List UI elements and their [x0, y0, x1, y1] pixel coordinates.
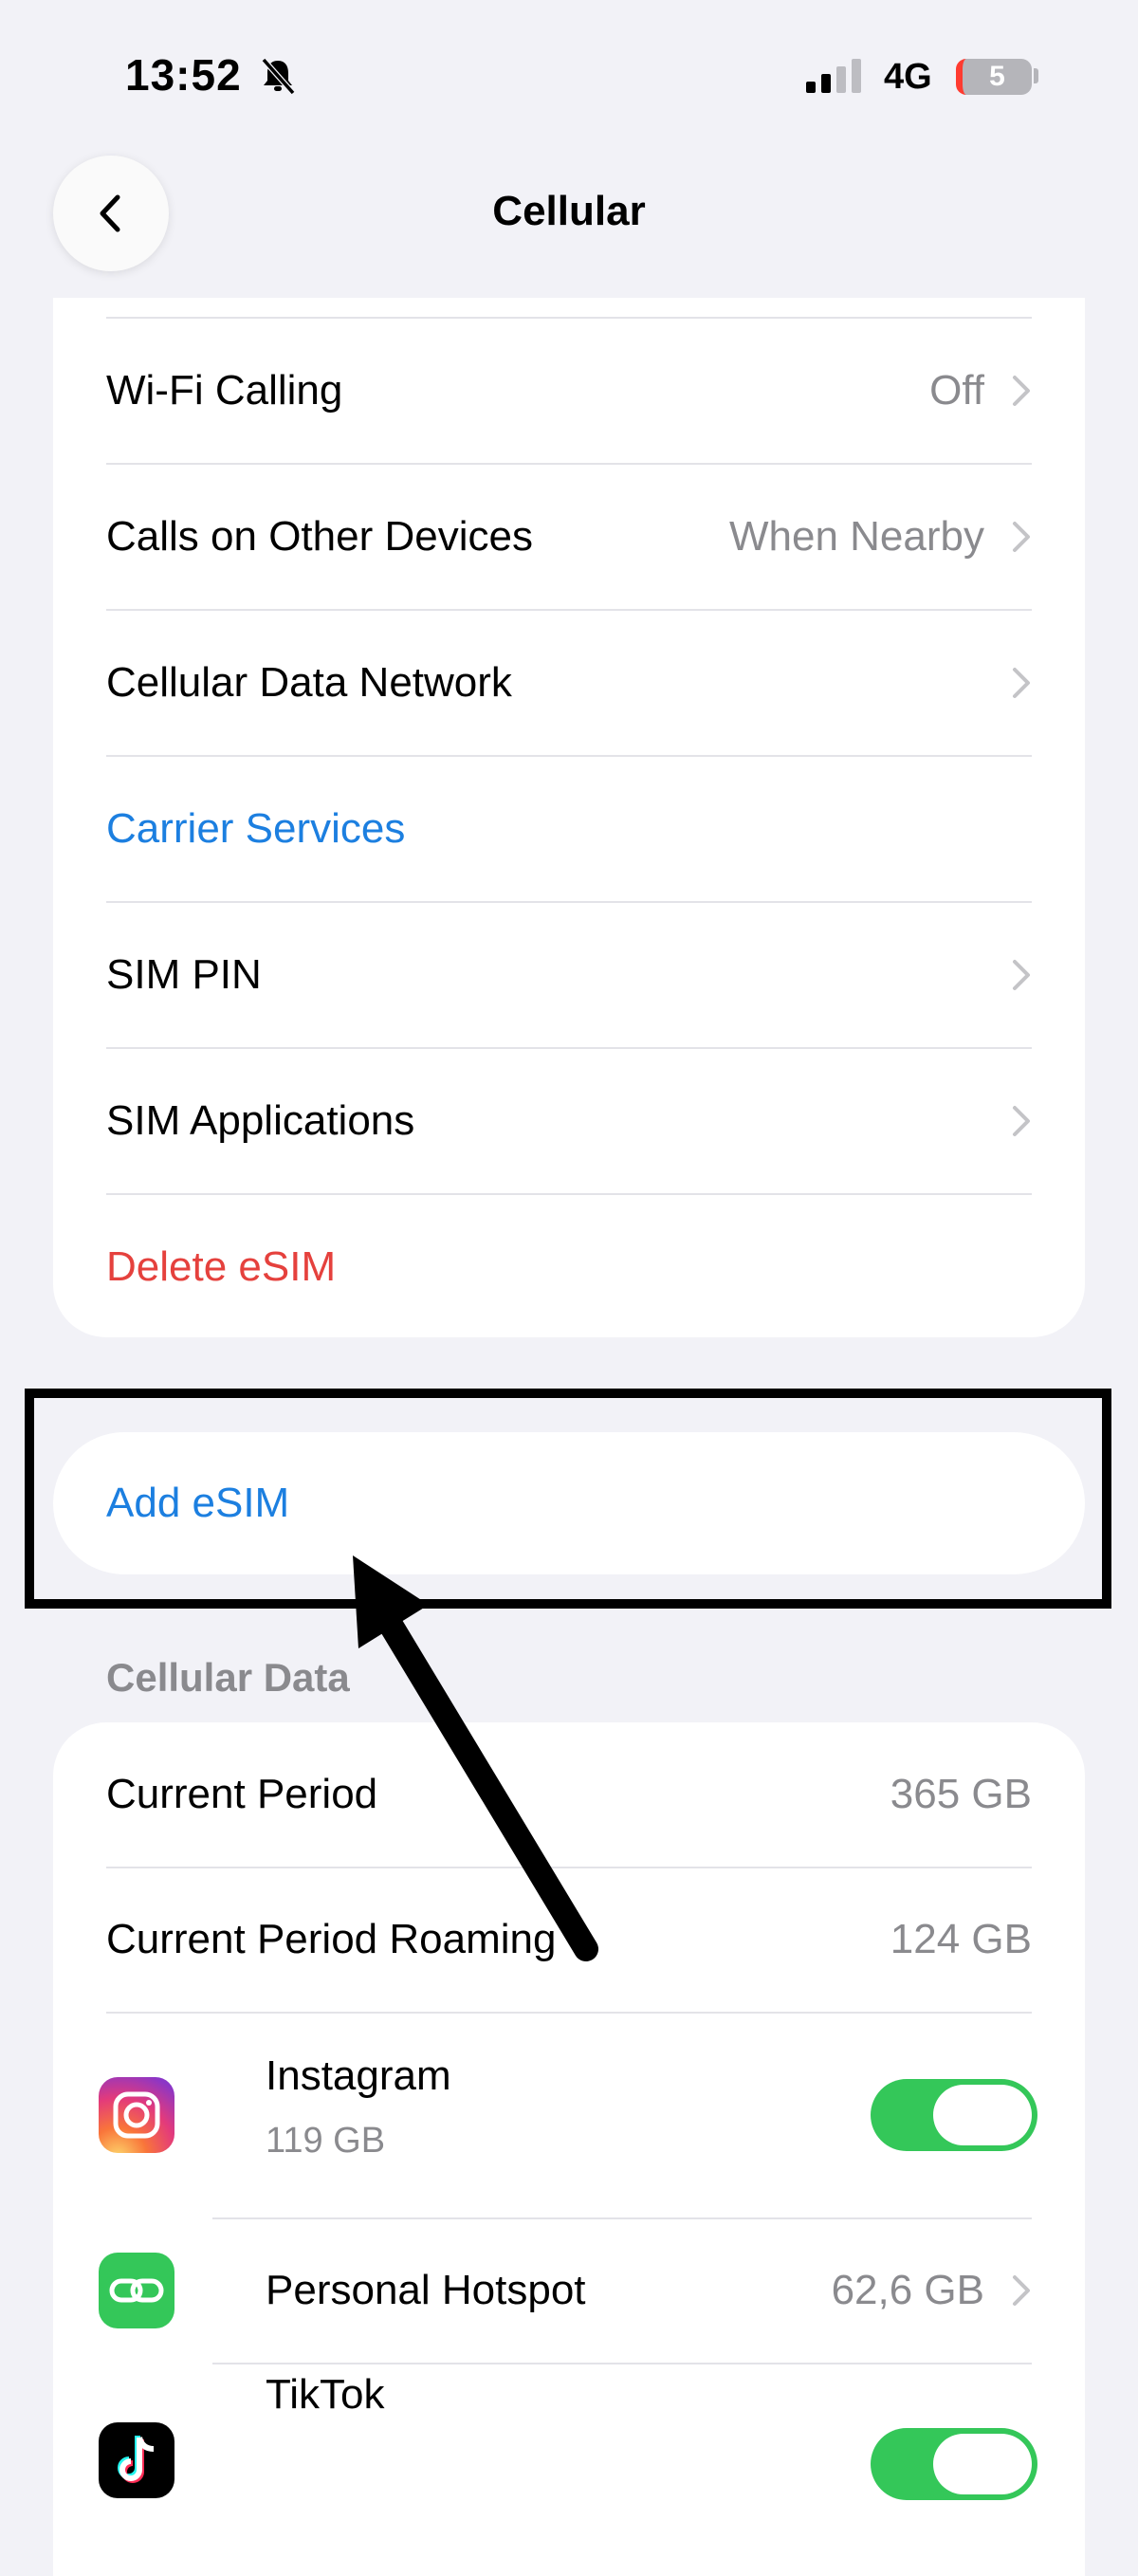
chevron-right-icon	[1013, 668, 1030, 698]
instagram-data-toggle[interactable]	[871, 2079, 1037, 2151]
chevron-right-icon	[1013, 522, 1030, 552]
network-type: 4G	[884, 57, 932, 97]
app-usage: 62,6 GB	[831, 2267, 984, 2313]
instagram-icon	[99, 2077, 174, 2153]
row-label: Wi-Fi Calling	[106, 367, 343, 414]
delete-esim-row[interactable]: Delete eSIM	[106, 1194, 1032, 1337]
app-name: Personal Hotspot	[266, 2267, 586, 2313]
row-label: SIM PIN	[106, 951, 262, 998]
row-label: Delete eSIM	[106, 1243, 337, 1290]
highlight-box	[25, 1389, 1111, 1609]
silent-bell-icon	[260, 57, 296, 100]
row-value: When Nearby	[728, 513, 984, 560]
app-row-instagram: Instagram 119 GB	[99, 2013, 1037, 2217]
row-value: 365 GB	[890, 1771, 1032, 1817]
row-label: Carrier Services	[106, 805, 406, 852]
page-title: Cellular	[492, 188, 646, 234]
app-usage: 119 GB	[266, 2121, 386, 2161]
row-value: 124 GB	[890, 1916, 1032, 1962]
status-time: 13:52	[125, 50, 242, 100]
cellular-signal-icon	[806, 59, 867, 98]
app-name: TikTok	[266, 2371, 385, 2418]
battery-tip	[1034, 68, 1038, 83]
row-value: Off	[929, 367, 984, 414]
row-label: Cellular Data Network	[106, 659, 512, 706]
app-row-personal-hotspot[interactable]: Personal Hotspot 62,6 GB	[99, 2218, 1032, 2363]
row-label: Current Period	[106, 1771, 378, 1817]
status-bar: 13:52 4G 5	[0, 0, 1138, 142]
cellular-data-group: Current Period 365 GB Current Period Roa…	[53, 1722, 1085, 2576]
toggle-knob	[933, 2085, 1032, 2145]
section-header-cellular-data: Cellular Data	[106, 1655, 350, 1700]
sim-pin-row[interactable]: SIM PIN	[106, 902, 1032, 1048]
app-row-tiktok: TikTok	[99, 2364, 1037, 2568]
battery-icon: 5	[956, 59, 1032, 95]
personal-hotspot-icon	[99, 2253, 174, 2328]
current-period-row: Current Period 365 GB	[106, 1722, 1032, 1867]
chevron-right-icon	[1013, 960, 1030, 990]
chevron-right-icon	[1013, 2275, 1030, 2306]
toggle-knob	[933, 2434, 1032, 2494]
sim-settings-group: Wi-Fi Calling Off Calls on Other Devices…	[53, 298, 1085, 1337]
app-name: Instagram	[266, 2052, 451, 2099]
cellular-data-network-row[interactable]: Cellular Data Network	[106, 610, 1032, 756]
chevron-right-icon	[1013, 1106, 1030, 1136]
row-label: Current Period Roaming	[106, 1916, 557, 1962]
calls-on-other-devices-row[interactable]: Calls on Other Devices When Nearby	[106, 464, 1032, 610]
wifi-calling-row[interactable]: Wi-Fi Calling Off	[106, 318, 1032, 464]
chevron-right-icon	[1013, 376, 1030, 406]
sim-applications-row[interactable]: SIM Applications	[106, 1048, 1032, 1194]
tiktok-icon	[99, 2422, 174, 2498]
current-period-roaming-row: Current Period Roaming 124 GB	[106, 1868, 1032, 2012]
row-label: Calls on Other Devices	[106, 513, 533, 560]
tiktok-data-toggle[interactable]	[871, 2428, 1037, 2500]
row-label: SIM Applications	[106, 1097, 415, 1144]
carrier-services-row[interactable]: Carrier Services	[106, 756, 1032, 902]
